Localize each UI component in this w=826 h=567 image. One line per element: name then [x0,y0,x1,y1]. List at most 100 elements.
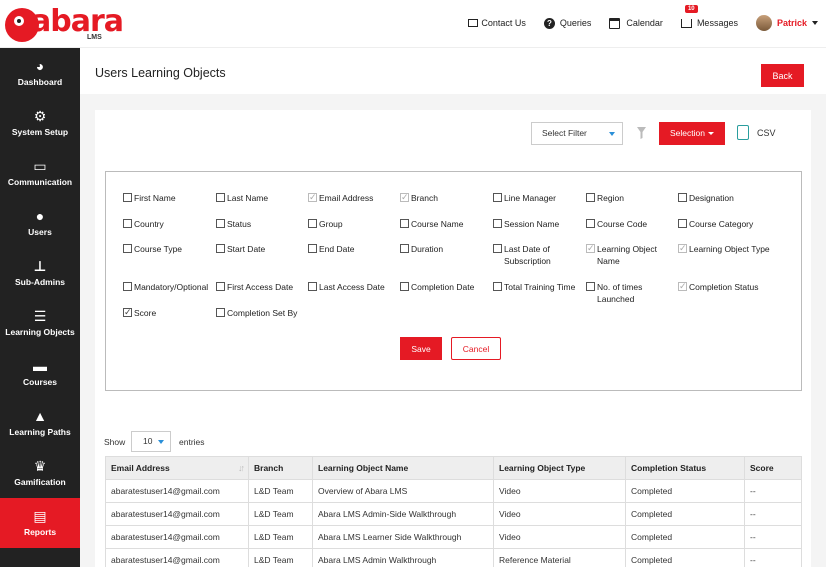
checkbox-icon[interactable] [123,306,132,318]
logo-wordmark: abara [31,4,124,39]
column-checkbox[interactable]: Branch [400,191,492,204]
checkbox-icon[interactable] [123,193,132,202]
column-header-learning-object-name[interactable]: Learning Object Name [312,456,494,480]
column-checkbox[interactable]: Duration [400,243,492,255]
road-icon: ▲ [33,408,47,424]
csv-export-button[interactable]: CSV [737,125,776,140]
table-cell: Overview of Abara LMS [312,479,494,503]
column-checkbox[interactable]: Score [123,306,215,319]
checkbox-icon[interactable] [400,191,409,203]
checkbox-icon[interactable] [123,219,132,228]
checkbox-icon[interactable] [493,282,502,291]
checkbox-icon[interactable] [493,219,502,228]
checkbox-icon[interactable] [216,308,225,317]
page-size-select[interactable]: 10 [131,431,171,452]
checkbox-icon[interactable] [123,282,132,291]
checkbox-icon[interactable] [216,244,225,253]
table-header-row: Email Address ↓↑ Branch Learning Object N… [105,456,802,480]
checkbox-icon[interactable] [216,193,225,202]
sidebar-item-communication[interactable]: ▭ Communication [0,148,80,198]
user-menu[interactable]: Patrick [755,15,818,31]
funnel-icon[interactable] [637,127,646,139]
checkbox-icon[interactable] [308,191,317,203]
column-checkbox[interactable]: Completion Date [400,281,492,293]
checkbox-icon[interactable] [678,242,687,254]
column-checkbox[interactable]: Mandatory/Optional [123,281,215,293]
contact-us-link[interactable]: Contact Us [468,18,526,28]
column-checkbox-label: Status [227,219,252,229]
column-checkbox[interactable]: Course Category [678,218,770,230]
save-button[interactable]: Save [400,337,442,360]
column-checkbox[interactable]: Start Date [216,243,308,255]
column-checkbox[interactable]: Designation [678,192,770,204]
abara-logo[interactable]: abara LMS [5,4,124,44]
column-header-email[interactable]: Email Address ↓↑ [105,456,249,480]
checkbox-icon[interactable] [400,282,409,291]
column-checkbox[interactable]: Completion Status [678,280,770,293]
checkbox-icon[interactable] [216,282,225,291]
checkbox-icon[interactable] [493,193,502,202]
checkbox-icon[interactable] [308,282,317,291]
sidebar-item-reports[interactable]: ▤ Reports [0,498,80,548]
column-checkbox[interactable]: Course Type [123,243,215,255]
sidebar-item-system-setup[interactable]: ⚙ System Setup [0,98,80,148]
sidebar-item-sub-admins[interactable]: ⊥ Sub-Admins [0,248,80,298]
monitor-icon: ▬ [33,358,47,374]
column-checkbox[interactable]: Line Manager [493,192,585,204]
selection-button[interactable]: Selection [659,122,725,145]
column-checkbox[interactable]: Last Name [216,192,308,204]
column-checkbox[interactable]: Course Code [586,218,678,230]
checkbox-icon[interactable] [678,280,687,292]
select-filter-dropdown[interactable]: Select Filter [531,122,623,145]
checkbox-icon[interactable] [400,244,409,253]
column-checkbox[interactable]: Session Name [493,218,585,230]
queries-link[interactable]: ? Queries [543,17,591,29]
column-checkbox[interactable]: Learning Object Name [586,242,678,267]
sidebar-item-learning-paths[interactable]: ▲ Learning Paths [0,398,80,448]
column-checkbox[interactable]: First Access Date [216,281,308,293]
checkbox-icon[interactable] [308,219,317,228]
checkbox-icon[interactable] [586,219,595,228]
checkbox-icon[interactable] [123,244,132,253]
column-checkbox[interactable]: Email Address [308,191,400,204]
checkbox-icon[interactable] [216,219,225,228]
column-header-completion-status[interactable]: Completion Status [625,456,745,480]
sidebar-item-dashboard[interactable]: ◕ Dashboard [0,48,80,98]
checkbox-icon[interactable] [400,219,409,228]
column-checkbox[interactable]: Country [123,218,215,230]
sidebar-item-courses[interactable]: ▬ Courses [0,348,80,398]
column-checkbox[interactable]: First Name [123,192,215,204]
back-button[interactable]: Back [761,64,804,87]
column-checkbox[interactable]: Total Training Time [493,281,585,293]
checkbox-icon[interactable] [586,242,595,254]
column-checkbox[interactable]: Region [586,192,678,204]
column-header-branch[interactable]: Branch [248,456,313,480]
checkbox-icon[interactable] [678,193,687,202]
checkbox-icon[interactable] [586,282,595,291]
column-checkbox[interactable]: Last Date of Subscription [493,243,585,267]
server-icon: ☰ [33,308,47,324]
column-checkbox[interactable]: No. of times Launched [586,281,678,305]
column-checkbox[interactable]: Status [216,218,308,230]
column-header-learning-object-type[interactable]: Learning Object Type [493,456,626,480]
checkbox-icon[interactable] [308,244,317,253]
table-row: abaratestuser14@gmail.com L&D Team Abara L… [105,502,802,526]
sidebar-item-learning-objects[interactable]: ☰ Learning Objects [0,298,80,348]
checkbox-icon[interactable] [586,193,595,202]
page-size-value: 10 [143,436,153,446]
column-checkbox[interactable]: Learning Object Type [678,242,770,255]
table-cell: abaratestuser14@gmail.com [105,502,249,526]
sidebar-item-users[interactable]: ● Users [0,198,80,248]
calendar-link[interactable]: Calendar [609,17,663,29]
column-checkbox[interactable]: Completion Set By [216,307,308,319]
column-checkbox[interactable]: Last Access Date [308,281,400,293]
checkbox-icon[interactable] [678,219,687,228]
sidebar-item-gamification[interactable]: ♛ Gamification [0,448,80,498]
column-checkbox[interactable]: Group [308,218,400,230]
column-header-score[interactable]: Score [744,456,802,480]
cancel-button[interactable]: Cancel [451,337,501,360]
column-checkbox[interactable]: Course Name [400,218,492,230]
checkbox-icon[interactable] [493,244,502,253]
messages-link[interactable]: 10 Messages [680,4,738,28]
column-checkbox[interactable]: End Date [308,243,400,255]
